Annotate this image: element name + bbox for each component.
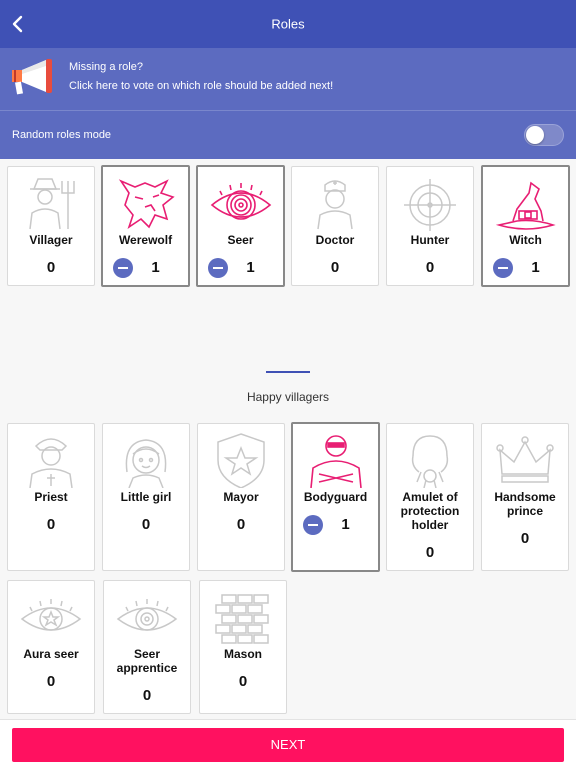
witch-hat-icon	[495, 181, 556, 230]
amulet-icon	[411, 435, 449, 488]
role-count: 0	[520, 530, 530, 547]
role-card-priest[interactable]: Priest 0	[7, 423, 95, 571]
role-count: 0	[46, 259, 56, 276]
role-count: 0	[330, 259, 340, 276]
role-card-witch[interactable]: Witch 1	[481, 165, 570, 287]
missing-role-banner[interactable]: Missing a role? Click here to vote on wh…	[0, 48, 576, 111]
role-card-seer[interactable]: Seer 1	[196, 165, 285, 287]
little-girl-icon	[125, 439, 167, 488]
role-name: Seer	[227, 233, 254, 247]
role-name: Mason	[223, 647, 262, 661]
crown-icon	[496, 436, 554, 483]
top-app-bar: Roles	[0, 0, 576, 48]
role-name: Aura seer	[23, 647, 79, 661]
role-name: Seer apprentice	[116, 647, 178, 675]
role-name: Mayor	[223, 490, 259, 504]
role-count: 0	[142, 687, 152, 704]
apprentice-eye-icon	[116, 599, 178, 631]
role-count: 0	[46, 673, 56, 690]
role-count: 0	[425, 259, 435, 276]
role-name: Villager	[29, 233, 73, 247]
role-card-little-girl[interactable]: Little girl 0	[102, 423, 190, 571]
footer-bar: NEXT	[0, 719, 576, 768]
role-card-seer-apprentice[interactable]: Seer apprentice 0	[103, 580, 191, 714]
role-card-doctor[interactable]: Doctor 0	[291, 166, 379, 286]
role-name: Bodyguard	[303, 490, 368, 504]
role-name: Hunter	[410, 233, 450, 247]
role-count: 1	[246, 259, 255, 276]
role-name: Amulet of protection holder	[400, 490, 460, 532]
section-title-happy-villagers: Happy villagers	[246, 390, 330, 404]
role-name: Priest	[34, 490, 68, 504]
banner-title: Missing a role?	[69, 61, 143, 73]
priest-icon	[29, 438, 73, 488]
random-roles-label: Random roles mode	[12, 129, 112, 141]
role-name: Handsome prince	[494, 490, 556, 518]
page-title: Roles	[271, 16, 305, 32]
role-count: 1	[341, 516, 350, 533]
role-name: Werewolf	[118, 233, 173, 247]
role-count: 0	[236, 516, 246, 533]
role-count: 1	[531, 259, 540, 276]
role-card-werewolf[interactable]: Werewolf 1	[101, 165, 190, 287]
mayor-badge-icon	[217, 433, 265, 488]
section-divider	[266, 371, 310, 373]
next-button[interactable]: NEXT	[12, 728, 564, 762]
aura-eye-icon	[20, 599, 82, 631]
role-card-mayor[interactable]: Mayor 0	[197, 423, 285, 571]
role-card-bodyguard[interactable]: Bodyguard 1	[291, 422, 380, 572]
role-count: 0	[46, 516, 56, 533]
role-card-villager[interactable]: Villager 0	[7, 166, 95, 286]
villager-pitchfork-icon	[29, 178, 75, 230]
role-card-amulet[interactable]: Amulet of protection holder 0	[386, 423, 474, 571]
crosshair-icon	[404, 179, 456, 231]
role-count: 0	[425, 544, 435, 561]
toggle-knob	[526, 126, 544, 144]
role-count: 0	[141, 516, 151, 533]
werewolf-head-icon	[118, 179, 175, 229]
seer-eye-icon	[210, 183, 271, 220]
role-name: Doctor	[315, 233, 355, 247]
role-name: Little girl	[120, 490, 172, 504]
role-card-hunter[interactable]: Hunter 0	[386, 166, 474, 286]
role-card-handsome-prince[interactable]: Handsome prince 0	[481, 423, 569, 571]
role-count: 1	[151, 259, 160, 276]
role-card-aura-seer[interactable]: Aura seer 0	[7, 580, 95, 714]
brick-wall-icon	[215, 594, 269, 644]
megaphone-icon	[12, 59, 52, 95]
random-roles-toggle[interactable]	[524, 124, 564, 146]
bodyguard-icon	[309, 435, 362, 488]
doctor-nurse-icon	[317, 180, 353, 230]
role-card-mason[interactable]: Mason 0	[199, 580, 287, 714]
role-name: Witch	[509, 233, 542, 247]
banner-subtitle: Click here to vote on which role should …	[69, 80, 334, 92]
random-roles-row: Random roles mode	[0, 111, 576, 159]
role-count: 0	[238, 673, 248, 690]
